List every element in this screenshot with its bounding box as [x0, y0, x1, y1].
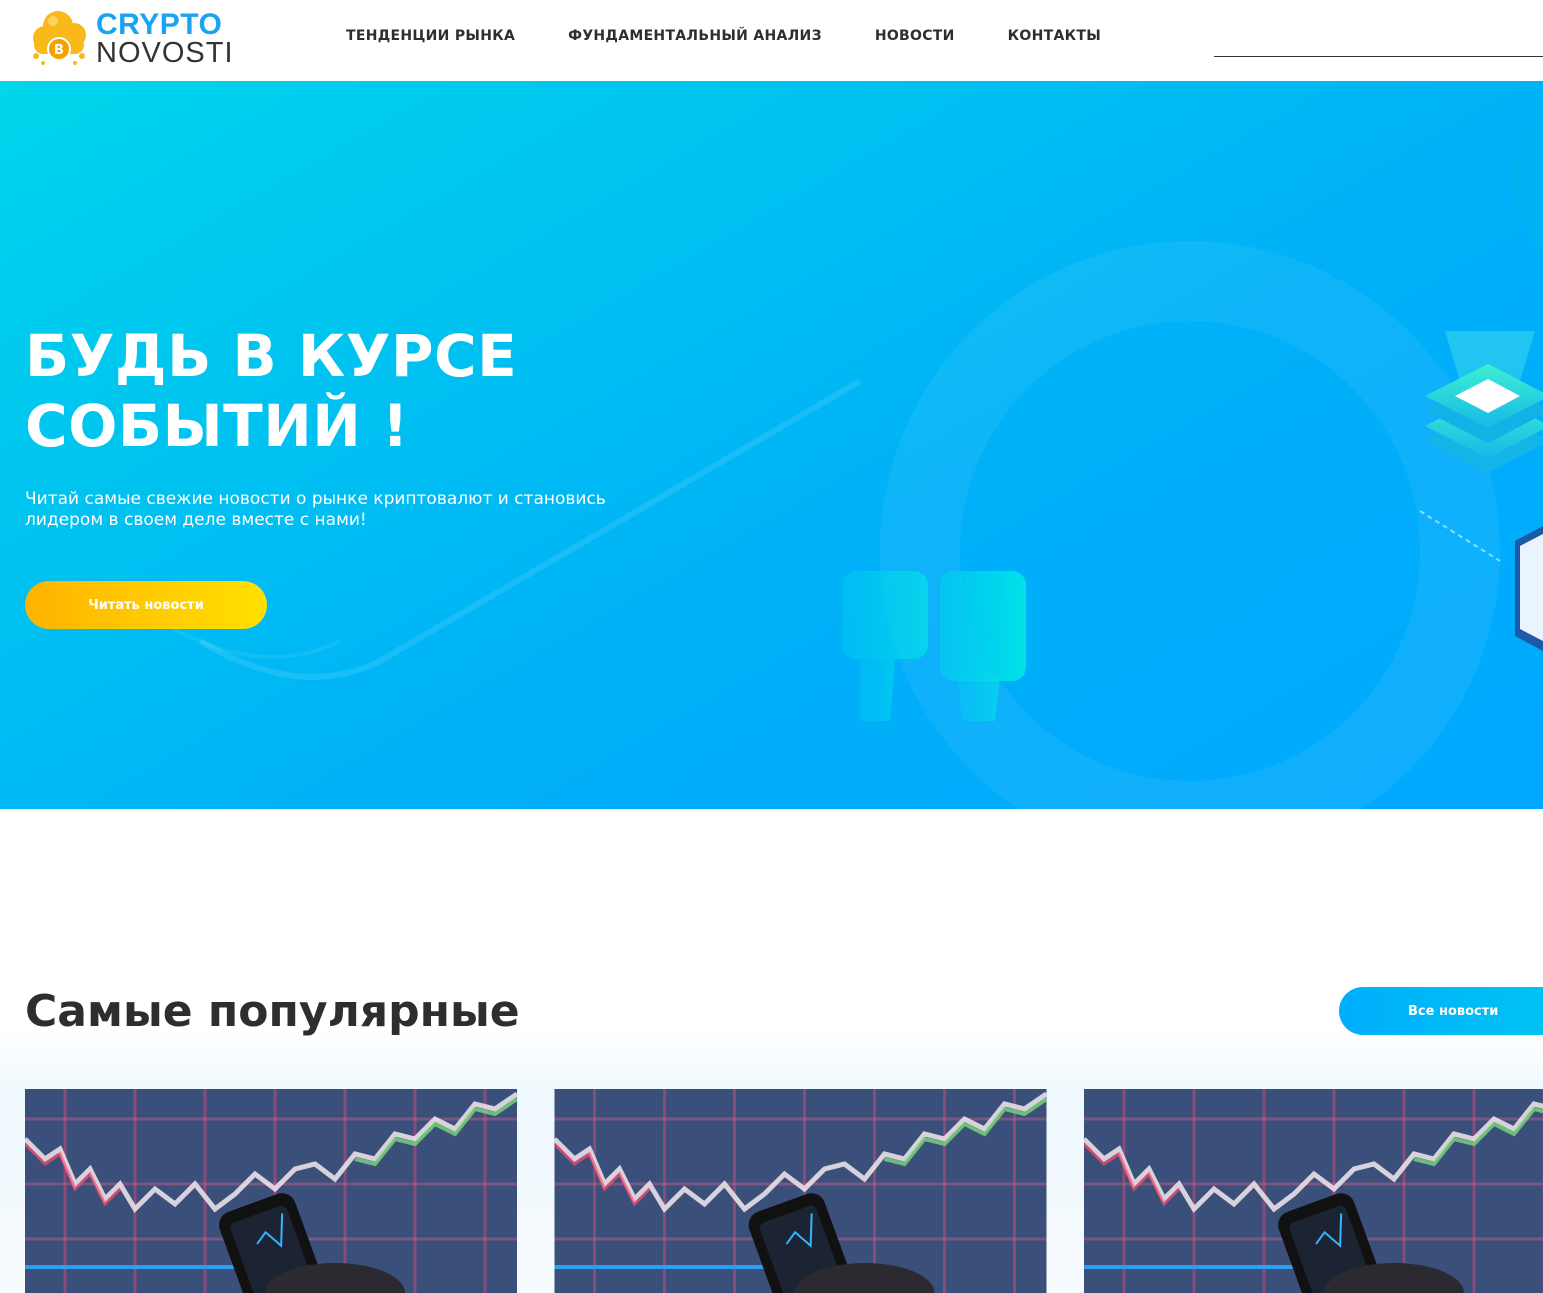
read-news-button[interactable]: Читать новости [25, 581, 267, 629]
section-title: Самые популярные [25, 986, 520, 1037]
trading-chart-phone-photo [554, 1089, 1047, 1293]
hero-subtitle: Читай самые свежие новости о рынке крипт… [25, 489, 645, 531]
hero-title: БУДЬ В КУРСЕ СОБЫТИЙ ! [25, 321, 645, 461]
hero-banner: БУДЬ В КУРСЕ СОБЫТИЙ ! Читай самые свежи… [0, 81, 1543, 809]
laptop-icon [1515, 526, 1543, 651]
nav-item-market-trends[interactable]: ТЕНДЕНЦИИ РЫНКА [346, 26, 515, 46]
logo-line-novosti: NOVOSTI [96, 37, 234, 69]
nav-item-contacts[interactable]: КОНТАКТЫ [1008, 26, 1101, 46]
site-header: B CRYPTO NOVOSTI ТЕНДЕНЦИИ РЫНКА ФУНДАМЕ… [0, 0, 1543, 81]
news-cards [0, 1089, 1543, 1293]
nav-item-fundamental-analysis[interactable]: ФУНДАМЕНТАЛЬНЫЙ АНАЛИЗ [568, 26, 822, 46]
main-nav: ТЕНДЕНЦИИ РЫНКА ФУНДАМЕНТАЛЬНЫЙ АНАЛИЗ Н… [346, 26, 1154, 46]
all-news-button[interactable]: Все новости [1339, 987, 1543, 1035]
hero-title-line1: БУДЬ В КУРСЕ [25, 322, 518, 390]
hero-title-line2: СОБЫТИЙ ! [25, 392, 409, 460]
nav-item-news[interactable]: НОВОСТИ [875, 26, 955, 46]
trading-chart-phone-photo [25, 1089, 517, 1293]
hero-subtitle-line1: Читай самые свежие новости о рынке крипт… [25, 489, 606, 509]
bitcoin-cloud-icon: B [33, 11, 86, 65]
trading-chart-phone-photo [1084, 1089, 1543, 1293]
svg-text:B: B [54, 43, 64, 58]
hero-subtitle-line2: лидером в своем деле вместе с нами! [25, 510, 367, 530]
popular-section: Самые популярные Все новости [0, 809, 1543, 1293]
site-logo[interactable]: B CRYPTO NOVOSTI [28, 8, 233, 68]
search-input[interactable] [1214, 56, 1543, 57]
logo-text: CRYPTO NOVOSTI [96, 10, 234, 68]
news-card[interactable] [554, 1089, 1047, 1293]
news-card[interactable] [25, 1089, 517, 1293]
logo-line-crypto: CRYPTO [96, 8, 223, 41]
news-card[interactable] [1084, 1089, 1543, 1293]
